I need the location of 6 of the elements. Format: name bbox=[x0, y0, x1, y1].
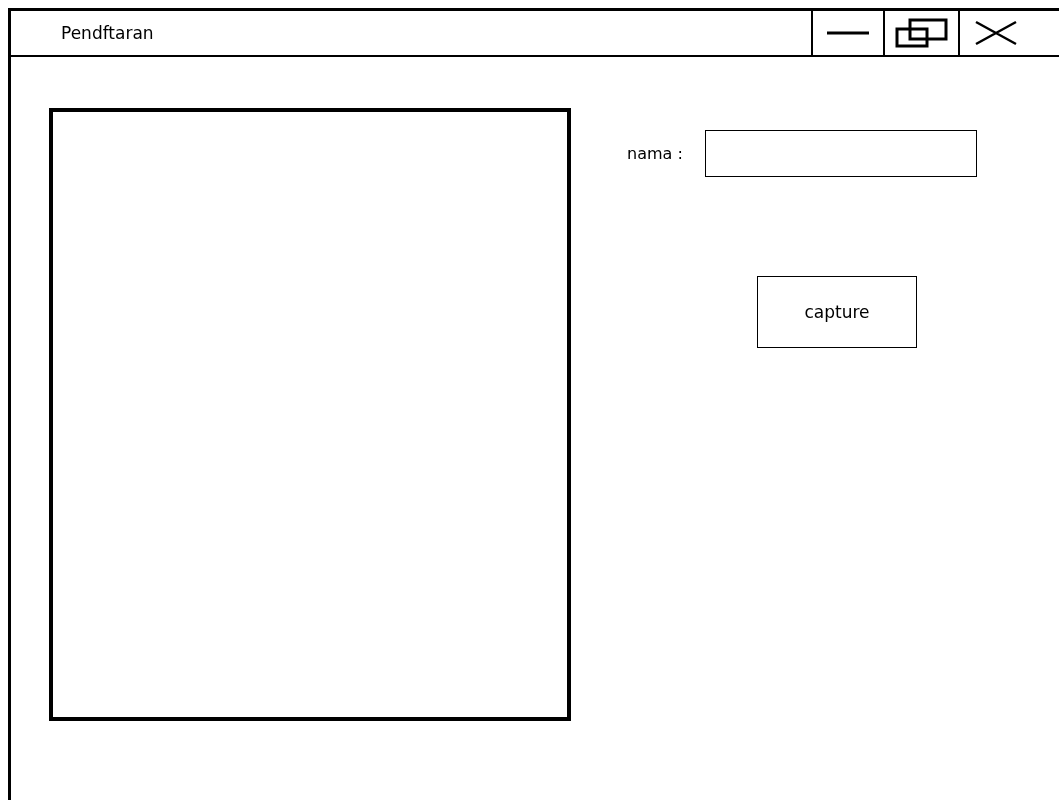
window-title: Pendftaran bbox=[60, 23, 155, 43]
name-label: nama : bbox=[627, 144, 683, 163]
name-field[interactable] bbox=[704, 130, 977, 177]
restore-icon bbox=[894, 18, 949, 48]
close-icon bbox=[974, 20, 1018, 46]
capture-button[interactable]: capture bbox=[757, 276, 917, 348]
